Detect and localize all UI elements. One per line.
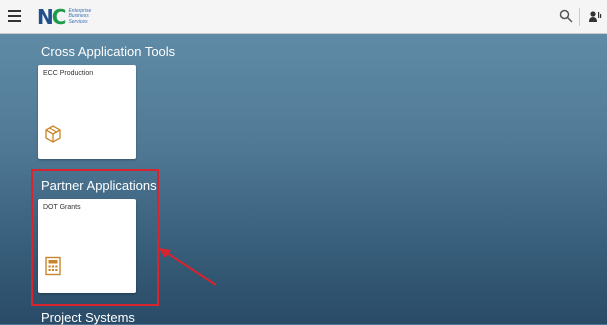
menu-icon[interactable]: [8, 10, 21, 22]
nc-logo[interactable]: NC Enterprise Business Services: [37, 6, 91, 28]
logo-text: Enterprise Business Services: [68, 7, 92, 25]
search-icon[interactable]: [559, 9, 573, 23]
user-icon[interactable]: [588, 9, 602, 23]
header-divider: [579, 8, 580, 26]
cube-box-icon: [45, 125, 61, 143]
tile-ecc-production[interactable]: ECC Production: [38, 65, 136, 159]
shell-header: NC Enterprise Business Services: [0, 0, 607, 34]
annotation-arrow-icon: [159, 248, 217, 286]
logo-mark: NC: [37, 5, 66, 29]
annotation-highlight-box: [31, 169, 159, 306]
group-title-project-systems: Project Systems: [41, 310, 135, 325]
tile-title: ECC Production: [43, 70, 94, 77]
group-title-cross-application-tools: Cross Application Tools: [41, 44, 176, 59]
